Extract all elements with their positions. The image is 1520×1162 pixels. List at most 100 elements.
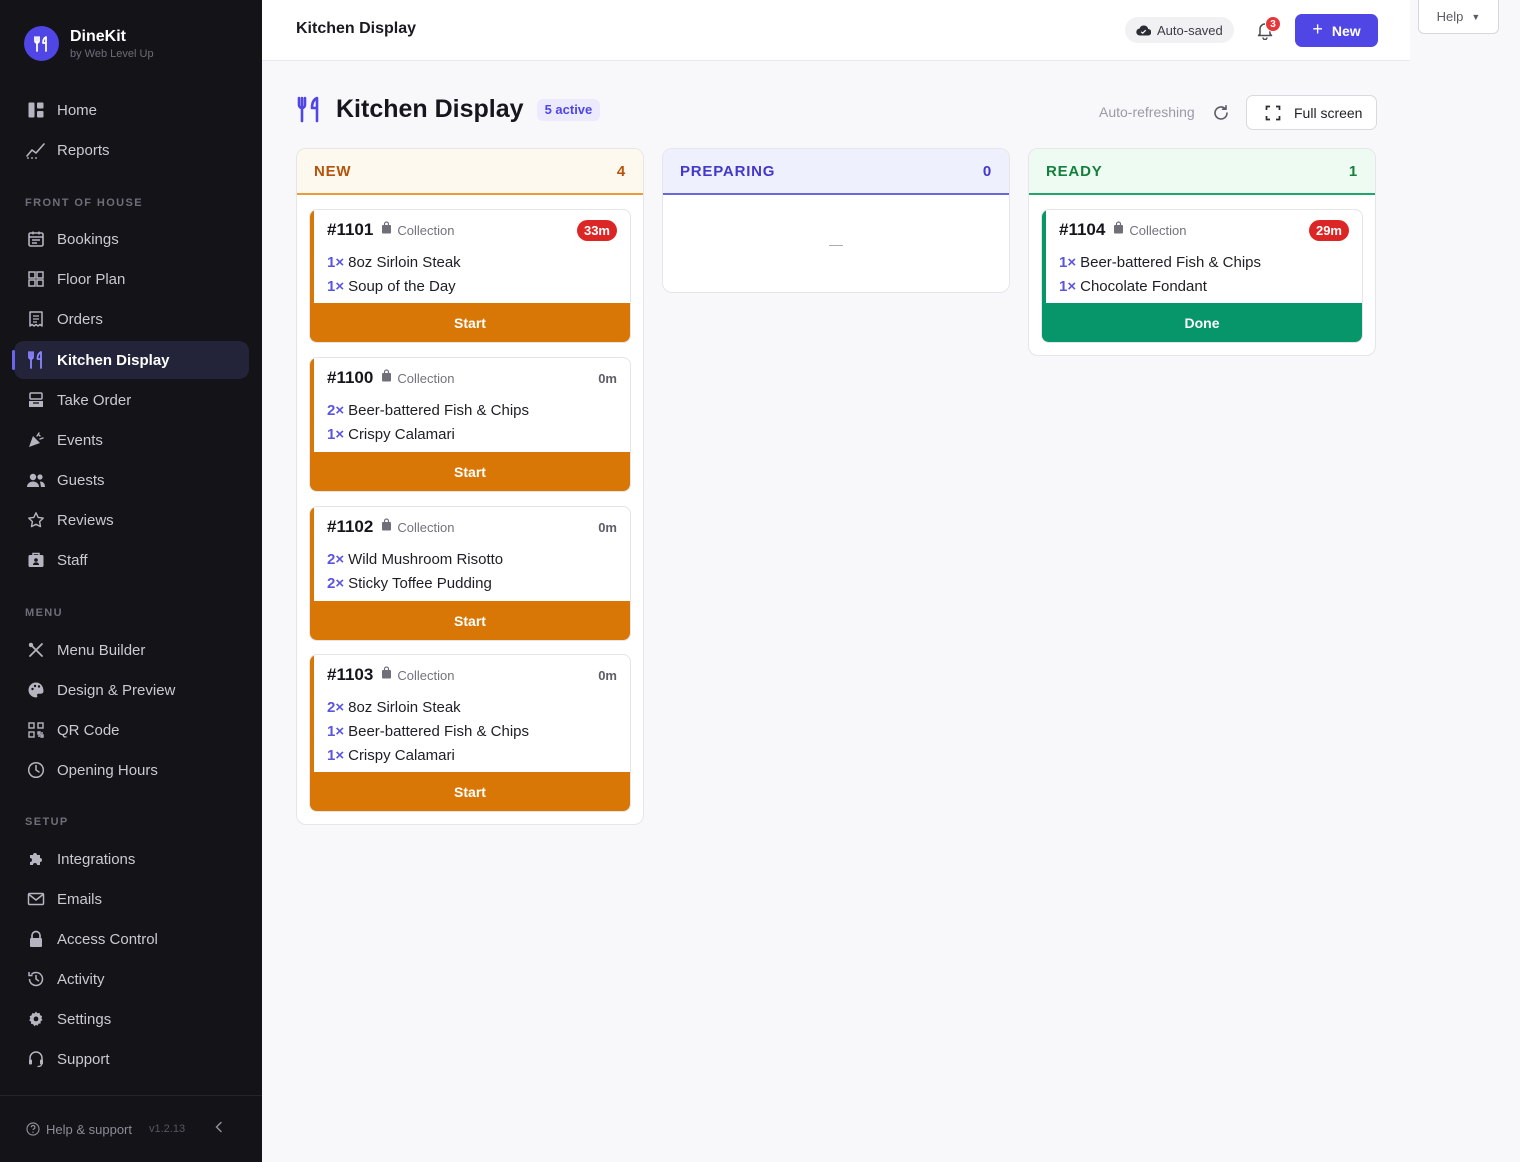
item-name: Beer-battered Fish & Chips	[348, 722, 530, 740]
home-icon	[26, 100, 46, 120]
sidebar-item-label: Activity	[57, 970, 105, 988]
receipt-icon	[26, 309, 46, 329]
sidebar-item-integrations[interactable]: Integrations	[14, 840, 249, 878]
sidebar-item-events[interactable]: Events	[14, 421, 249, 459]
brand-subtitle: by Web Level Up	[70, 47, 154, 60]
fullscreen-button[interactable]: Full screen	[1246, 95, 1377, 130]
new-button-label: New	[1331, 22, 1361, 39]
sidebar-item-floor-plan[interactable]: Floor Plan	[14, 260, 249, 298]
sidebar-item-emails[interactable]: Emails	[14, 880, 249, 918]
sidebar-item-label: Home	[57, 101, 98, 119]
utensils-icon	[26, 350, 46, 370]
order-items: 1× 8oz Sirloin Steak 1× Soup of the Day	[310, 250, 630, 298]
order-item: 1× Crispy Calamari	[327, 422, 630, 446]
sidebar-item-kitchen-display[interactable]: Kitchen Display	[12, 341, 249, 379]
item-qty: 1×	[327, 253, 345, 271]
item-name: Crispy Calamari	[348, 425, 455, 443]
cutlery-icon	[26, 640, 46, 660]
help-support-link[interactable]: Help & support	[46, 1122, 132, 1137]
item-name: Wild Mushroom Risotto	[348, 550, 504, 568]
order-type: Collection	[397, 222, 455, 238]
qr-icon	[26, 720, 46, 740]
order-card: #1104 Collection 29m 1× Beer-battered Fis…	[1041, 209, 1363, 343]
order-item: 1× Beer-battered Fish & Chips	[327, 719, 630, 743]
sidebar-item-take-order[interactable]: Take Order	[14, 381, 249, 419]
sidebar-item-reviews[interactable]: Reviews	[14, 501, 249, 539]
order-type: Collection	[397, 519, 455, 535]
help-button-label: Help	[1436, 9, 1464, 24]
sidebar-item-label: Orders	[57, 310, 103, 328]
refresh-icon[interactable]	[1212, 104, 1230, 127]
order-type: Collection	[397, 667, 455, 683]
start-button[interactable]: Start	[310, 772, 630, 811]
item-name: Soup of the Day	[348, 277, 456, 295]
item-name: Beer-battered Fish & Chips	[348, 401, 530, 419]
column-count: 4	[616, 162, 626, 180]
sidebar-item-support[interactable]: Support	[14, 1040, 249, 1078]
sidebar-item-label: Guests	[57, 471, 105, 489]
version-label: v1.2.13	[149, 1123, 186, 1135]
start-button[interactable]: Start	[310, 452, 630, 491]
sidebar-item-activity[interactable]: Activity	[14, 960, 249, 998]
bag-icon	[381, 369, 392, 387]
sidebar-item-label: Access Control	[57, 930, 158, 948]
headset-icon	[26, 1049, 46, 1069]
sidebar-item-opening-hours[interactable]: Opening Hours	[14, 751, 249, 789]
sidebar-item-design-preview[interactable]: Design & Preview	[14, 671, 249, 709]
palette-icon	[26, 680, 46, 700]
item-qty: 1×	[327, 746, 345, 764]
sidebar-item-bookings[interactable]: Bookings	[14, 220, 249, 258]
order-card: #1100 Collection 0m 2× Beer-battered Fish…	[309, 357, 631, 492]
party-icon	[26, 430, 46, 450]
sidebar-item-label: Floor Plan	[57, 270, 126, 288]
sidebar-item-menu-builder[interactable]: Menu Builder	[14, 631, 249, 669]
column-count: 1	[1348, 162, 1358, 180]
new-button[interactable]: + New	[1295, 14, 1378, 47]
sidebar: DineKit by Web Level Up Home Reports FRO…	[0, 0, 262, 1162]
column-header: PREPARING 0	[663, 149, 1009, 195]
order-items: 2× Beer-battered Fish & Chips 1× Crispy Ca…	[310, 398, 630, 446]
help-button[interactable]: Help ▼	[1418, 0, 1499, 34]
item-name: 8oz Sirloin Steak	[348, 253, 461, 271]
order-number: #1103	[327, 665, 374, 684]
column-preparing: PREPARING 0 —	[662, 148, 1010, 293]
fullscreen-label: Full screen	[1294, 104, 1363, 121]
sidebar-item-orders[interactable]: Orders	[14, 300, 249, 338]
order-card: #1102 Collection 0m 2× Wild Mushroom Riso…	[309, 506, 631, 641]
order-type: Collection	[1129, 222, 1187, 238]
item-qty: 1×	[1059, 253, 1077, 271]
collapse-sidebar-icon[interactable]	[214, 1120, 224, 1136]
sidebar-footer: Help & support v1.2.13	[0, 1095, 262, 1162]
plus-icon: +	[1312, 19, 1323, 39]
sidebar-item-staff[interactable]: Staff	[14, 541, 249, 579]
sidebar-item-home[interactable]: Home	[14, 91, 249, 129]
sidebar-item-label: Reviews	[57, 511, 114, 529]
item-qty: 1×	[327, 425, 345, 443]
column-title: NEW	[314, 162, 352, 180]
order-card: #1103 Collection 0m 2× 8oz Sirloin Steak …	[309, 654, 631, 812]
sidebar-item-guests[interactable]: Guests	[14, 461, 249, 499]
bag-icon	[381, 666, 392, 684]
sidebar-item-access-control[interactable]: Access Control	[14, 920, 249, 958]
bag-icon	[1113, 221, 1124, 239]
register-icon	[26, 390, 46, 410]
brand[interactable]: DineKit by Web Level Up	[24, 26, 154, 61]
item-qty: 1×	[327, 722, 345, 740]
item-name: Beer-battered Fish & Chips	[1080, 253, 1262, 271]
sidebar-item-settings[interactable]: Settings	[14, 1000, 249, 1038]
sidebar-item-reports[interactable]: Reports	[14, 131, 249, 169]
notification-badge: 3	[1265, 16, 1281, 32]
sidebar-item-label: Settings	[57, 1010, 112, 1028]
brand-name: DineKit	[70, 27, 126, 45]
page-header: Kitchen Display 5 active	[296, 95, 601, 124]
auto-refresh-label: Auto-refreshing	[1099, 104, 1195, 120]
topbar-title: Kitchen Display	[296, 20, 417, 37]
start-button[interactable]: Start	[310, 601, 630, 640]
start-button[interactable]: Start	[310, 303, 630, 342]
reports-icon	[26, 140, 46, 160]
sidebar-item-qr-code[interactable]: QR Code	[14, 711, 249, 749]
sidebar-item-label: Take Order	[57, 391, 132, 409]
order-item: 1× Crispy Calamari	[327, 743, 630, 767]
sidebar-item-label: QR Code	[57, 721, 120, 739]
done-button[interactable]: Done	[1042, 303, 1362, 342]
